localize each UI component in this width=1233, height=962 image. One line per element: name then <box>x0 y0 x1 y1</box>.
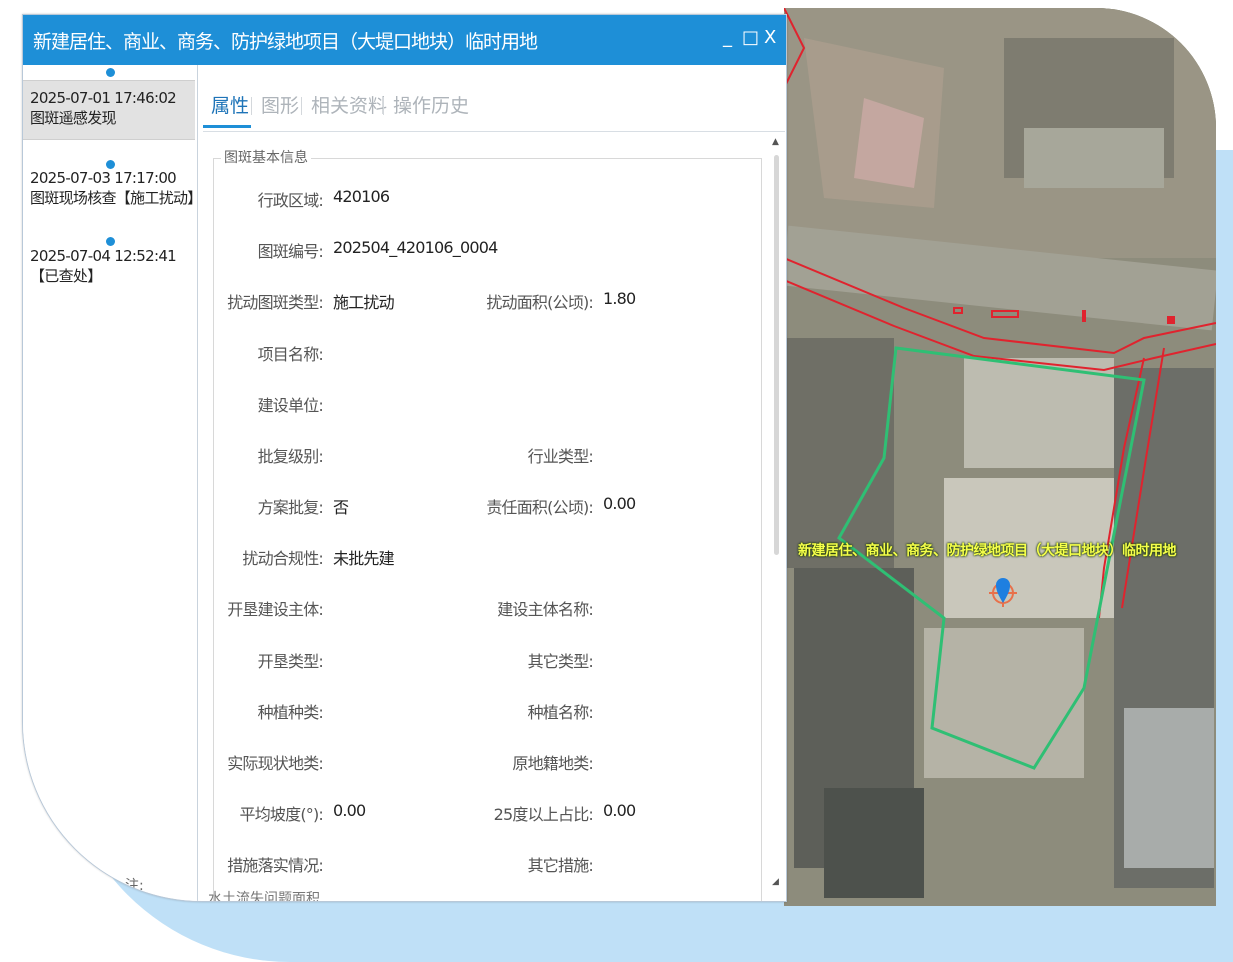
timeline-desc: 图斑遥感发现 <box>30 109 117 127</box>
satellite-imagery <box>784 8 1216 906</box>
timeline-dot-icon <box>106 237 115 246</box>
field-value: 0.00 <box>603 801 636 820</box>
field-value: 1.80 <box>603 289 636 308</box>
tab-operation-history[interactable]: 操作历史 <box>393 91 469 118</box>
field-label: 其它类型: <box>527 652 594 671</box>
field-value: 否 <box>333 498 349 517</box>
tabs-divider <box>203 131 785 132</box>
field-label: 行业类型: <box>527 447 594 466</box>
timeline-dot-icon <box>106 68 115 77</box>
field-label: 措施落实情况: <box>227 856 324 875</box>
dialog-titlebar[interactable]: 新建居住、商业、商务、防护绿地项目（大堤口地块）临时用地 _ □ X <box>23 15 786 65</box>
field-label: 建设主体名称: <box>497 600 594 619</box>
partially-visible-row: 水土流失问题面积 <box>208 891 320 902</box>
resize-grip-icon[interactable]: ◢ <box>772 877 779 887</box>
field-label: 扰动合规性: <box>242 549 323 568</box>
field-label: 行政区域: <box>257 191 324 210</box>
field-value: 202504_420106_0004 <box>333 238 498 257</box>
timeline-item[interactable]: 2025-07-04 12:52:41 【已查处】 <box>23 237 195 297</box>
tab-divider <box>301 97 302 115</box>
location-marker-icon[interactable] <box>988 571 1018 607</box>
field-label: 建设单位: <box>257 396 324 415</box>
tab-divider <box>383 97 384 115</box>
field-label: 扰动图斑类型: <box>227 293 324 312</box>
field-label: 图斑编号: <box>257 242 324 261</box>
timeline-dot-icon <box>106 160 115 169</box>
scroll-thumb[interactable] <box>774 155 779 555</box>
field-label: 责任面积(公顷): <box>486 498 593 517</box>
timeline-item[interactable]: 2025-07-01 17:46:02 图斑遥感发现 <box>23 68 195 140</box>
timeline-item[interactable]: 2025-07-03 17:17:00 图斑现场核查【施工扰动】 <box>23 160 202 219</box>
tab-graphics[interactable]: 图形 <box>261 91 299 118</box>
field-label: 开垦类型: <box>257 652 324 671</box>
field-label: 平均坡度(°): <box>239 805 324 824</box>
field-value: 0.00 <box>603 494 636 513</box>
basic-info-panel <box>213 158 762 901</box>
tab-attributes[interactable]: 属性 <box>211 91 249 118</box>
patch-detail-dialog: 新建居住、商业、商务、防护绿地项目（大堤口地块）临时用地 _ □ X 2025-… <box>22 14 787 902</box>
timeline-time: 2025-07-04 12:52:41 <box>30 247 177 265</box>
scroll-up-icon[interactable]: ▲ <box>772 137 779 147</box>
note-fragment: 注: <box>125 878 144 894</box>
field-value: 0.00 <box>333 801 366 820</box>
field-label: 项目名称: <box>257 345 324 364</box>
timeline-desc: 【已查处】 <box>30 267 102 285</box>
field-label: 实际现状地类: <box>227 754 324 773</box>
map-view[interactable]: 新建居住、商业、商务、防护绿地项目（大堤口地块）临时用地 <box>784 8 1216 906</box>
tab-divider <box>251 97 252 115</box>
field-label: 扰动面积(公顷): <box>486 293 593 312</box>
active-tab-indicator <box>203 125 251 128</box>
tab-related-docs[interactable]: 相关资料 <box>311 91 387 118</box>
field-label: 开垦建设主体: <box>227 600 324 619</box>
field-value: 未批先建 <box>333 549 395 568</box>
map-feature-label: 新建居住、商业、商务、防护绿地项目（大堤口地块）临时用地 <box>798 543 1177 559</box>
close-button[interactable]: X <box>764 27 776 48</box>
field-label: 其它措施: <box>527 856 594 875</box>
field-label: 25度以上占比: <box>493 805 594 824</box>
field-label: 种植种类: <box>257 703 324 722</box>
dialog-title: 新建居住、商业、商务、防护绿地项目（大堤口地块）临时用地 <box>33 31 538 53</box>
maximize-button[interactable]: □ <box>742 27 759 48</box>
field-label: 方案批复: <box>257 498 324 517</box>
panel-scrollbar[interactable]: ▲ ◢ <box>771 137 783 897</box>
field-value: 420106 <box>333 187 390 206</box>
timeline-time: 2025-07-03 17:17:00 <box>30 169 177 187</box>
section-title: 图斑基本信息 <box>221 147 311 167</box>
timeline-desc: 图斑现场核查【施工扰动】 <box>30 189 202 207</box>
minimize-button[interactable]: _ <box>723 27 732 48</box>
field-label: 原地籍地类: <box>512 754 593 773</box>
field-label: 种植名称: <box>527 703 594 722</box>
field-label: 批复级别: <box>257 447 324 466</box>
status-timeline: 2025-07-01 17:46:02 图斑遥感发现 2025-07-03 17… <box>23 65 202 901</box>
timeline-time: 2025-07-01 17:46:02 <box>30 89 177 107</box>
field-value: 施工扰动 <box>333 293 395 312</box>
